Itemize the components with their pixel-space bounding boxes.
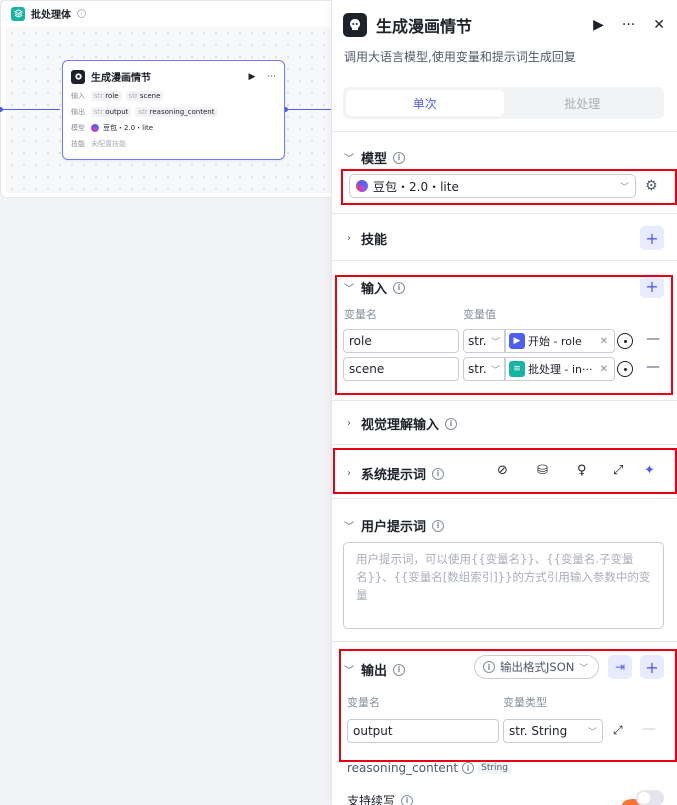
streaming-toggle[interactable] (636, 790, 664, 805)
tab-single[interactable]: 单次 (346, 90, 504, 116)
node-output-tag: str reasoning_content (135, 107, 218, 117)
divider (331, 400, 677, 401)
batch-title: 批处理体 (31, 10, 71, 21)
node-run-icon[interactable]: ▶ (248, 72, 255, 82)
node-model-row: 模型 豆包・2.0・lite (71, 124, 154, 132)
close-icon[interactable]: ✕ (653, 17, 665, 33)
batch-header: 批处理体 i (11, 6, 86, 21)
highlight-box (339, 649, 677, 762)
node-skill-row: 技能 未配置技能 (71, 140, 126, 148)
skills-section-header[interactable]: › 技能 (343, 229, 387, 248)
divider (331, 131, 677, 132)
type-badge: String (478, 762, 511, 774)
info-icon: i (393, 151, 406, 164)
more-icon[interactable]: ··· (622, 17, 635, 33)
chevron-down-icon[interactable]: ﹀ (343, 150, 355, 165)
node-input-row: 输入 str role str scene (63, 88, 284, 104)
highlight-box (341, 169, 677, 205)
connector-in (0, 109, 60, 110)
info-icon: i (77, 9, 86, 18)
user-prompt-textarea[interactable]: 用户提示词，可以使用{{变量名}}、{{变量名.子变量名}}、{{变量名[数组索… (343, 542, 664, 629)
highlight-box (335, 275, 673, 395)
visual-section-header[interactable]: › 视觉理解输入 i (343, 414, 458, 433)
doubao-icon (91, 124, 99, 132)
run-icon[interactable]: ▶ (593, 17, 604, 33)
llm-node[interactable]: 生成漫画情节 ▶ ··· 输入 str role str scene 输出 str o… (62, 60, 285, 160)
chevron-down-icon[interactable]: ﹀ (343, 518, 355, 533)
info-icon: i (401, 794, 414, 805)
chevron-right-icon[interactable]: › (343, 418, 355, 429)
tab-batch[interactable]: 批处理 (504, 90, 662, 116)
chevron-right-icon[interactable]: › (343, 233, 355, 244)
node-title: 生成漫画情节 (91, 73, 151, 84)
node-more-icon[interactable]: ··· (267, 72, 276, 82)
user-prompt-header[interactable]: ﹀ 用户提示词 i (343, 516, 445, 535)
highlight-box (333, 448, 677, 494)
divider (331, 641, 677, 642)
info-icon: i (462, 762, 475, 774)
divider (331, 260, 677, 261)
llm-logo-icon (343, 13, 367, 37)
panel-title: 生成漫画情节 (376, 17, 473, 36)
divider (331, 444, 677, 445)
reasoning-output-row: reasoning_content i String (347, 761, 511, 775)
mode-tabs: 单次 批处理 (343, 87, 664, 119)
info-icon: i (445, 417, 458, 430)
node-output-tag: str output (91, 107, 132, 117)
panel-header: 生成漫画情节 ▶ ··· ✕ (343, 13, 665, 37)
info-icon: i (432, 519, 445, 532)
node-input-tag: str scene (125, 91, 164, 101)
batch-icon (11, 6, 25, 21)
divider (331, 213, 677, 214)
add-skill-button[interactable]: + (640, 226, 664, 250)
workflow-canvas[interactable]: 批处理体 i 生成漫画情节 ▶ ··· 输入 str role str scene … (0, 0, 340, 805)
model-section-header[interactable]: ﹀ 模型 i (343, 148, 406, 167)
panel-description: 调用大语言模型,使用变量和提示词生成回复 (344, 50, 576, 64)
node-input-tag: str role (91, 91, 122, 101)
node-logo-icon (71, 69, 85, 84)
divider (331, 498, 677, 499)
node-output-row: 输出 str output str reasoning_content (63, 104, 284, 120)
streaming-row: 支持续写 i (347, 792, 414, 805)
